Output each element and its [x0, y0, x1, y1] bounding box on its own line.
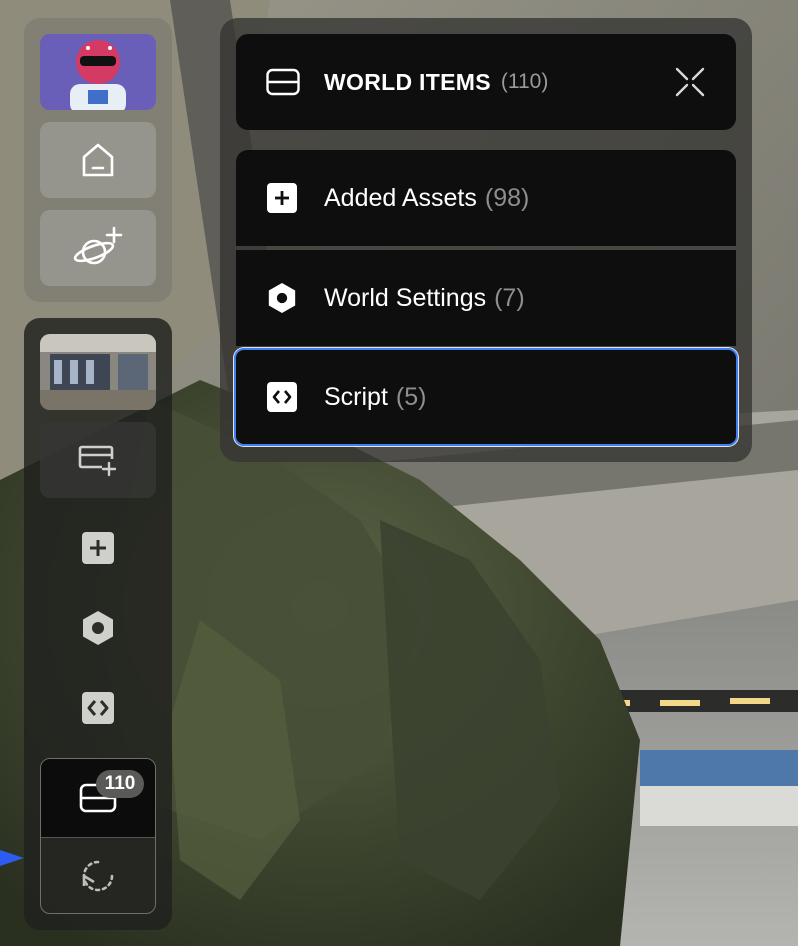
add-panel-button[interactable]	[40, 422, 156, 498]
planet-plus-icon	[73, 226, 123, 265]
code-icon	[267, 382, 297, 412]
panel-title: WORLD ITEMS	[324, 68, 491, 95]
panel-icon	[266, 68, 300, 96]
plus-square-icon	[267, 183, 297, 213]
sidebar-script-button[interactable]	[40, 670, 156, 746]
hexagon-icon	[83, 611, 113, 645]
panel-header: WORLD ITEMS (110)	[236, 34, 736, 130]
world-items-count-badge: 110	[96, 770, 144, 798]
list-item-count: (5)	[395, 382, 427, 411]
hexagon-icon	[268, 282, 296, 314]
list-item-script[interactable]: Script (5)	[234, 348, 738, 446]
world-thumbnail-image	[40, 334, 156, 410]
world-thumbnail[interactable]	[40, 334, 156, 410]
sidebar-world-settings-button[interactable]	[40, 590, 156, 666]
list-item-world-settings[interactable]: World Settings (7)	[236, 250, 736, 346]
undo-history-icon	[82, 860, 114, 891]
sidebar-world-items-button[interactable]	[41, 759, 155, 837]
list-item-count: (98)	[484, 183, 530, 212]
sidebar-added-assets-button[interactable]	[40, 510, 156, 586]
history-button[interactable]	[41, 837, 155, 913]
close-icon[interactable]	[674, 66, 706, 98]
explore-worlds-button[interactable]	[40, 210, 156, 286]
home-icon	[82, 143, 114, 177]
world-items-list: Added Assets (98) World Settings (7) Scr…	[234, 150, 738, 446]
list-item-label: Added Assets	[324, 183, 477, 212]
list-item-added-assets[interactable]: Added Assets (98)	[236, 150, 736, 246]
list-item-label: World Settings	[324, 283, 487, 312]
code-icon	[82, 692, 114, 724]
avatar-image	[40, 34, 156, 110]
list-item-label: Script	[324, 382, 388, 411]
list-item-count: (7)	[494, 283, 525, 312]
panel-count: (110)	[500, 70, 549, 93]
plus-square-icon	[82, 532, 114, 564]
home-button[interactable]	[40, 122, 156, 198]
panel-add-icon	[78, 445, 117, 477]
avatar[interactable]	[40, 34, 156, 110]
